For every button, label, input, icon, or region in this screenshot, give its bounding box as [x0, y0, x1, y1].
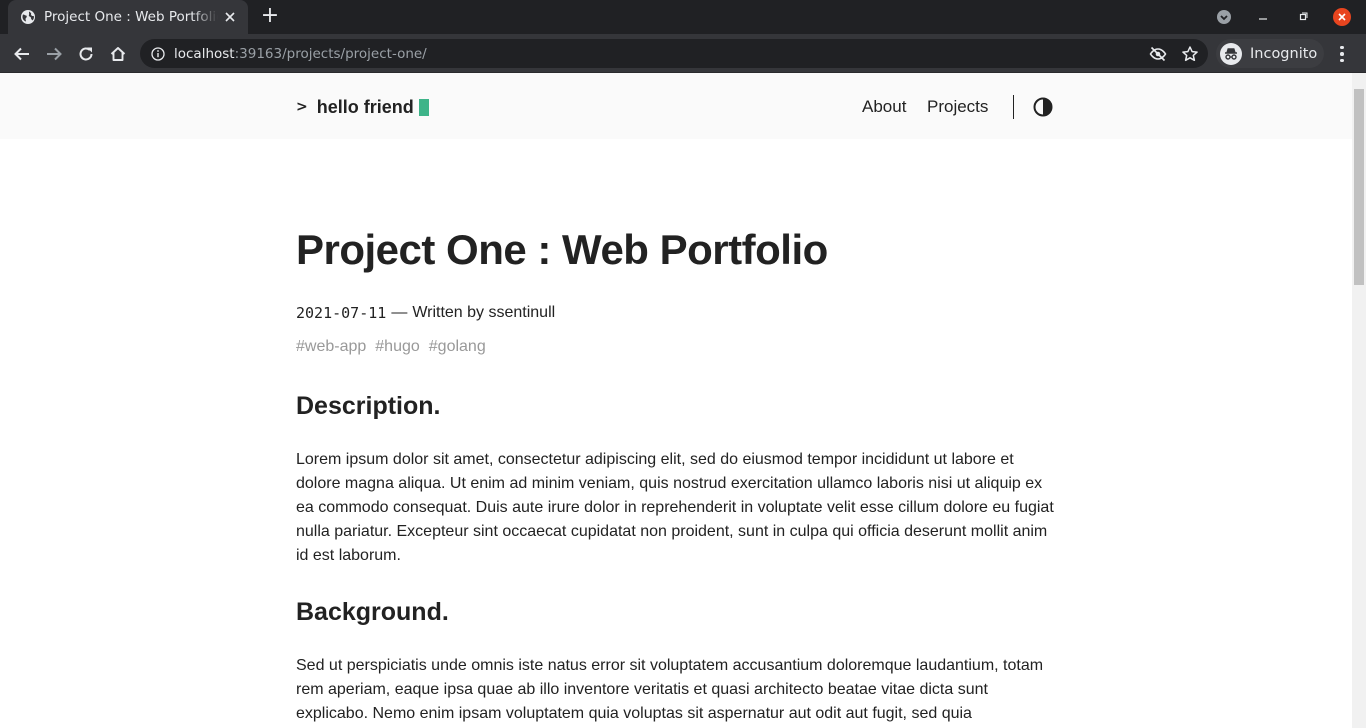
eye-off-icon[interactable]: [1149, 45, 1167, 63]
page-viewport: > hello friend About Projects Project On…: [0, 73, 1352, 728]
background-paragraph: Sed ut perspiciatis unde omnis iste natu…: [296, 657, 1044, 722]
site-header: > hello friend About Projects: [0, 73, 1352, 139]
info-icon[interactable]: [150, 46, 166, 62]
nav-about-link[interactable]: About: [862, 95, 906, 119]
incognito-profile-button[interactable]: Incognito: [1216, 39, 1324, 68]
background-heading: Background.: [296, 598, 449, 626]
bookmark-star-icon[interactable]: [1181, 45, 1199, 63]
url-path: :39163/projects/project-one/: [234, 45, 427, 62]
menu-divider: [1013, 95, 1014, 119]
theme-toggle-icon[interactable]: [1033, 97, 1053, 117]
url-text[interactable]: localhost:39163/projects/project-one/: [174, 46, 427, 62]
close-window-icon[interactable]: [1333, 8, 1351, 26]
new-tab-button[interactable]: +: [258, 5, 282, 29]
browser-tab[interactable]: Project One : Web Portfolio: [8, 0, 248, 34]
scrollbar-thumb[interactable]: [1354, 89, 1364, 285]
incognito-label: Incognito: [1250, 45, 1318, 62]
tag-link[interactable]: #golang: [429, 338, 486, 356]
post-article: Project One : Web Portfolio 2021-07-11 —…: [296, 223, 1056, 728]
description-heading: Description.: [296, 392, 441, 420]
logo-text: hello friend: [316, 96, 414, 117]
page-scrollbar[interactable]: [1352, 73, 1366, 728]
tag-link[interactable]: #web-app: [296, 338, 366, 356]
minimize-icon[interactable]: [1254, 8, 1272, 26]
restore-icon[interactable]: [1294, 8, 1312, 26]
address-bar[interactable]: localhost:39163/projects/project-one/: [140, 39, 1208, 68]
reload-icon[interactable]: [75, 43, 97, 65]
logo-cursor: [418, 98, 429, 116]
tag-link[interactable]: #hugo: [375, 338, 420, 356]
logo-prompt-icon: >: [296, 99, 308, 115]
site-logo[interactable]: > hello friend: [296, 95, 429, 119]
forward-arrow-icon[interactable]: [43, 43, 65, 65]
browser-toolbar: localhost:39163/projects/project-one/ In…: [0, 34, 1366, 73]
post-date: 2021-07-11: [296, 304, 387, 322]
home-icon[interactable]: [107, 43, 129, 65]
globe-icon: [20, 9, 36, 25]
post-author: Written by ssentinull: [412, 304, 556, 321]
incognito-icon: [1220, 42, 1242, 65]
nav-projects-link[interactable]: Projects: [927, 95, 988, 119]
post-title: Project One : Web Portfolio: [296, 226, 828, 273]
more-menu-icon[interactable]: [1336, 43, 1348, 65]
url-host: localhost: [174, 45, 235, 62]
description-paragraph: Lorem ipsum dolor sit amet, consectetur …: [296, 451, 1054, 564]
tab-title: Project One : Web Portfolio: [44, 9, 218, 25]
close-tab-icon[interactable]: [222, 9, 238, 25]
meta-separator: —: [391, 304, 408, 321]
tab-search-icon[interactable]: [1215, 8, 1233, 26]
post-tags: #web-app #hugo #golang: [296, 335, 1056, 359]
tab-strip: Project One : Web Portfolio +: [0, 0, 1366, 34]
back-arrow-icon[interactable]: [11, 43, 33, 65]
post-meta: 2021-07-11 — Written by ssentinull: [296, 302, 1056, 324]
